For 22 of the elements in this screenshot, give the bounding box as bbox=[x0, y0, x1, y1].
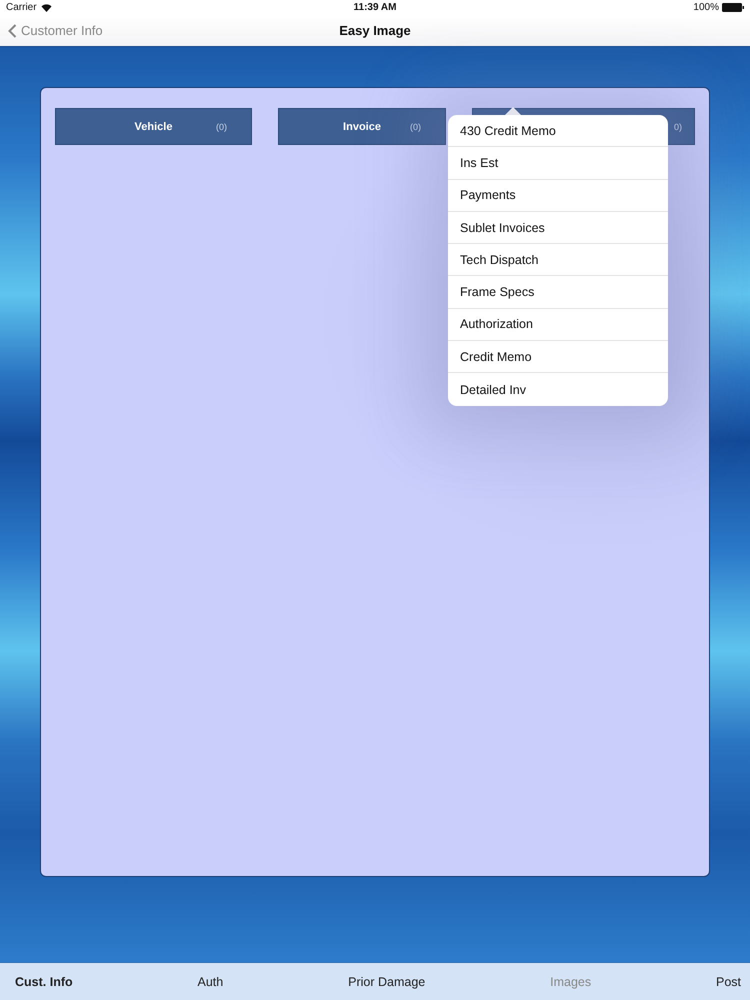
wifi-icon bbox=[40, 4, 52, 12]
menu-item[interactable]: Tech Dispatch bbox=[448, 244, 668, 276]
chevron-left-icon bbox=[8, 24, 17, 38]
category-button[interactable]: Vehicle (0) bbox=[55, 108, 252, 145]
menu-item[interactable]: 430 Credit Memo bbox=[448, 115, 668, 148]
screen-title: Easy Image bbox=[339, 22, 411, 38]
battery-icon bbox=[722, 3, 744, 12]
tab-item[interactable]: Auth bbox=[198, 974, 224, 988]
carrier-label: Carrier bbox=[6, 2, 37, 13]
menu-item[interactable]: Sublet Invoices bbox=[448, 212, 668, 244]
menu-item[interactable]: Ins Est bbox=[448, 147, 668, 180]
menu-item[interactable]: Payments bbox=[448, 180, 668, 212]
battery-percent: 100% bbox=[693, 2, 719, 13]
menu-item[interactable]: Authorization bbox=[448, 308, 668, 342]
tab-item[interactable]: Cust. Info bbox=[15, 974, 73, 988]
menu-item[interactable]: Credit Memo bbox=[448, 341, 668, 374]
menu-item[interactable]: Frame Specs bbox=[448, 276, 668, 309]
category-button[interactable]: Invoice (0) bbox=[278, 108, 446, 145]
tab-item[interactable]: Post bbox=[716, 974, 741, 988]
clock-time: 11:39 AM bbox=[354, 2, 396, 13]
menu-item[interactable]: Detailed Inv bbox=[448, 373, 668, 406]
tab-item[interactable]: Prior Damage bbox=[348, 974, 426, 988]
